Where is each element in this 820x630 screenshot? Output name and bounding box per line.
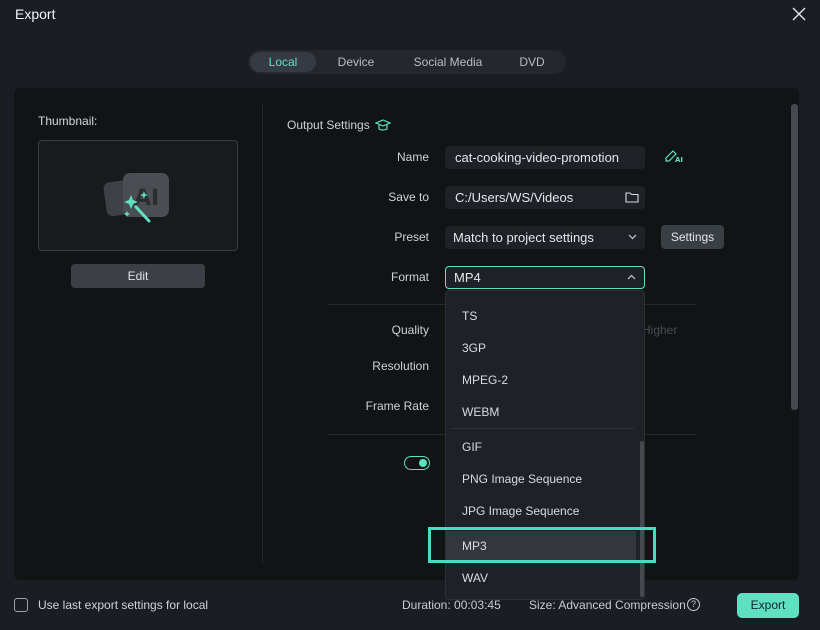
dropdown-divider xyxy=(450,428,634,429)
frame-rate-label: Frame Rate xyxy=(365,399,429,413)
chevron-up-icon xyxy=(627,274,636,280)
format-option-mp3[interactable]: MP3 xyxy=(446,531,636,561)
format-option-gif[interactable]: GIF xyxy=(446,432,636,462)
preset-label: Preset xyxy=(394,230,429,244)
svg-text:AI: AI xyxy=(675,156,683,163)
save-to-path: C:/Users/WS/Videos xyxy=(455,190,574,205)
format-option-ts[interactable]: TS xyxy=(446,301,636,331)
use-last-settings-checkbox[interactable] xyxy=(14,598,28,612)
format-dropdown-menu: TS 3GP MPEG-2 WEBM GIF PNG Image Sequenc… xyxy=(445,290,645,600)
format-label: Format xyxy=(390,270,429,284)
panel-scrollbar[interactable] xyxy=(791,104,798,410)
format-select[interactable]: MP4 xyxy=(445,266,645,289)
preset-value: Match to project settings xyxy=(453,230,594,245)
format-option-png-sequence[interactable]: PNG Image Sequence xyxy=(446,464,636,494)
tab-social-media[interactable]: Social Media xyxy=(396,52,500,72)
format-option-3gp[interactable]: 3GP xyxy=(446,333,636,363)
export-dialog: Export Local Device Social Media DVD Thu… xyxy=(0,0,820,630)
export-tabs: Local Device Social Media DVD xyxy=(248,50,566,74)
duration-text: Duration: 00:03:45 xyxy=(402,598,501,612)
resolution-label: Resolution xyxy=(372,359,429,373)
toggle-knob xyxy=(419,459,427,467)
name-input[interactable]: cat-cooking-video-promotion xyxy=(445,146,645,169)
graduation-cap-icon[interactable] xyxy=(375,118,391,132)
edit-thumbnail-button[interactable]: Edit xyxy=(71,264,205,288)
format-option-jpg-sequence[interactable]: JPG Image Sequence xyxy=(446,496,636,526)
preset-settings-button[interactable]: Settings xyxy=(661,225,724,249)
toggle-switch[interactable] xyxy=(404,456,430,470)
format-option-webm[interactable]: WEBM xyxy=(446,397,636,427)
help-icon[interactable]: ? xyxy=(687,598,700,611)
thumbnail-preview: AI xyxy=(38,140,238,251)
chevron-down-icon xyxy=(628,234,637,240)
save-to-input[interactable]: C:/Users/WS/Videos xyxy=(445,186,645,209)
format-option-wav[interactable]: WAV xyxy=(446,563,636,593)
thumbnail-label: Thumbnail: xyxy=(38,114,98,128)
save-to-label: Save to xyxy=(388,190,429,204)
output-settings-heading: Output Settings xyxy=(287,118,370,132)
name-label: Name xyxy=(396,150,429,164)
tab-device[interactable]: Device xyxy=(316,52,396,72)
preset-select[interactable]: Match to project settings xyxy=(445,226,645,249)
divider xyxy=(262,104,263,564)
size-text: Size: Advanced Compression xyxy=(529,598,686,612)
tab-dvd[interactable]: DVD xyxy=(500,52,564,72)
export-button[interactable]: Export xyxy=(737,593,799,618)
use-last-settings-label: Use last export settings for local xyxy=(38,598,209,612)
ai-magic-wand-icon: AI xyxy=(103,173,169,223)
close-icon[interactable] xyxy=(790,5,808,23)
quality-label: Quality xyxy=(391,323,429,337)
folder-icon[interactable] xyxy=(625,191,639,203)
tab-local[interactable]: Local xyxy=(250,52,316,72)
format-option-mpeg2[interactable]: MPEG-2 xyxy=(446,365,636,395)
format-value: MP4 xyxy=(454,270,481,285)
dialog-title: Export xyxy=(15,6,56,22)
settings-panel: Thumbnail: AI Edit Output Settings Name … xyxy=(14,88,799,580)
ai-rename-icon[interactable]: AI xyxy=(664,149,686,163)
dropdown-scrollbar[interactable] xyxy=(640,441,644,597)
quality-higher-label: Higher xyxy=(642,323,678,337)
